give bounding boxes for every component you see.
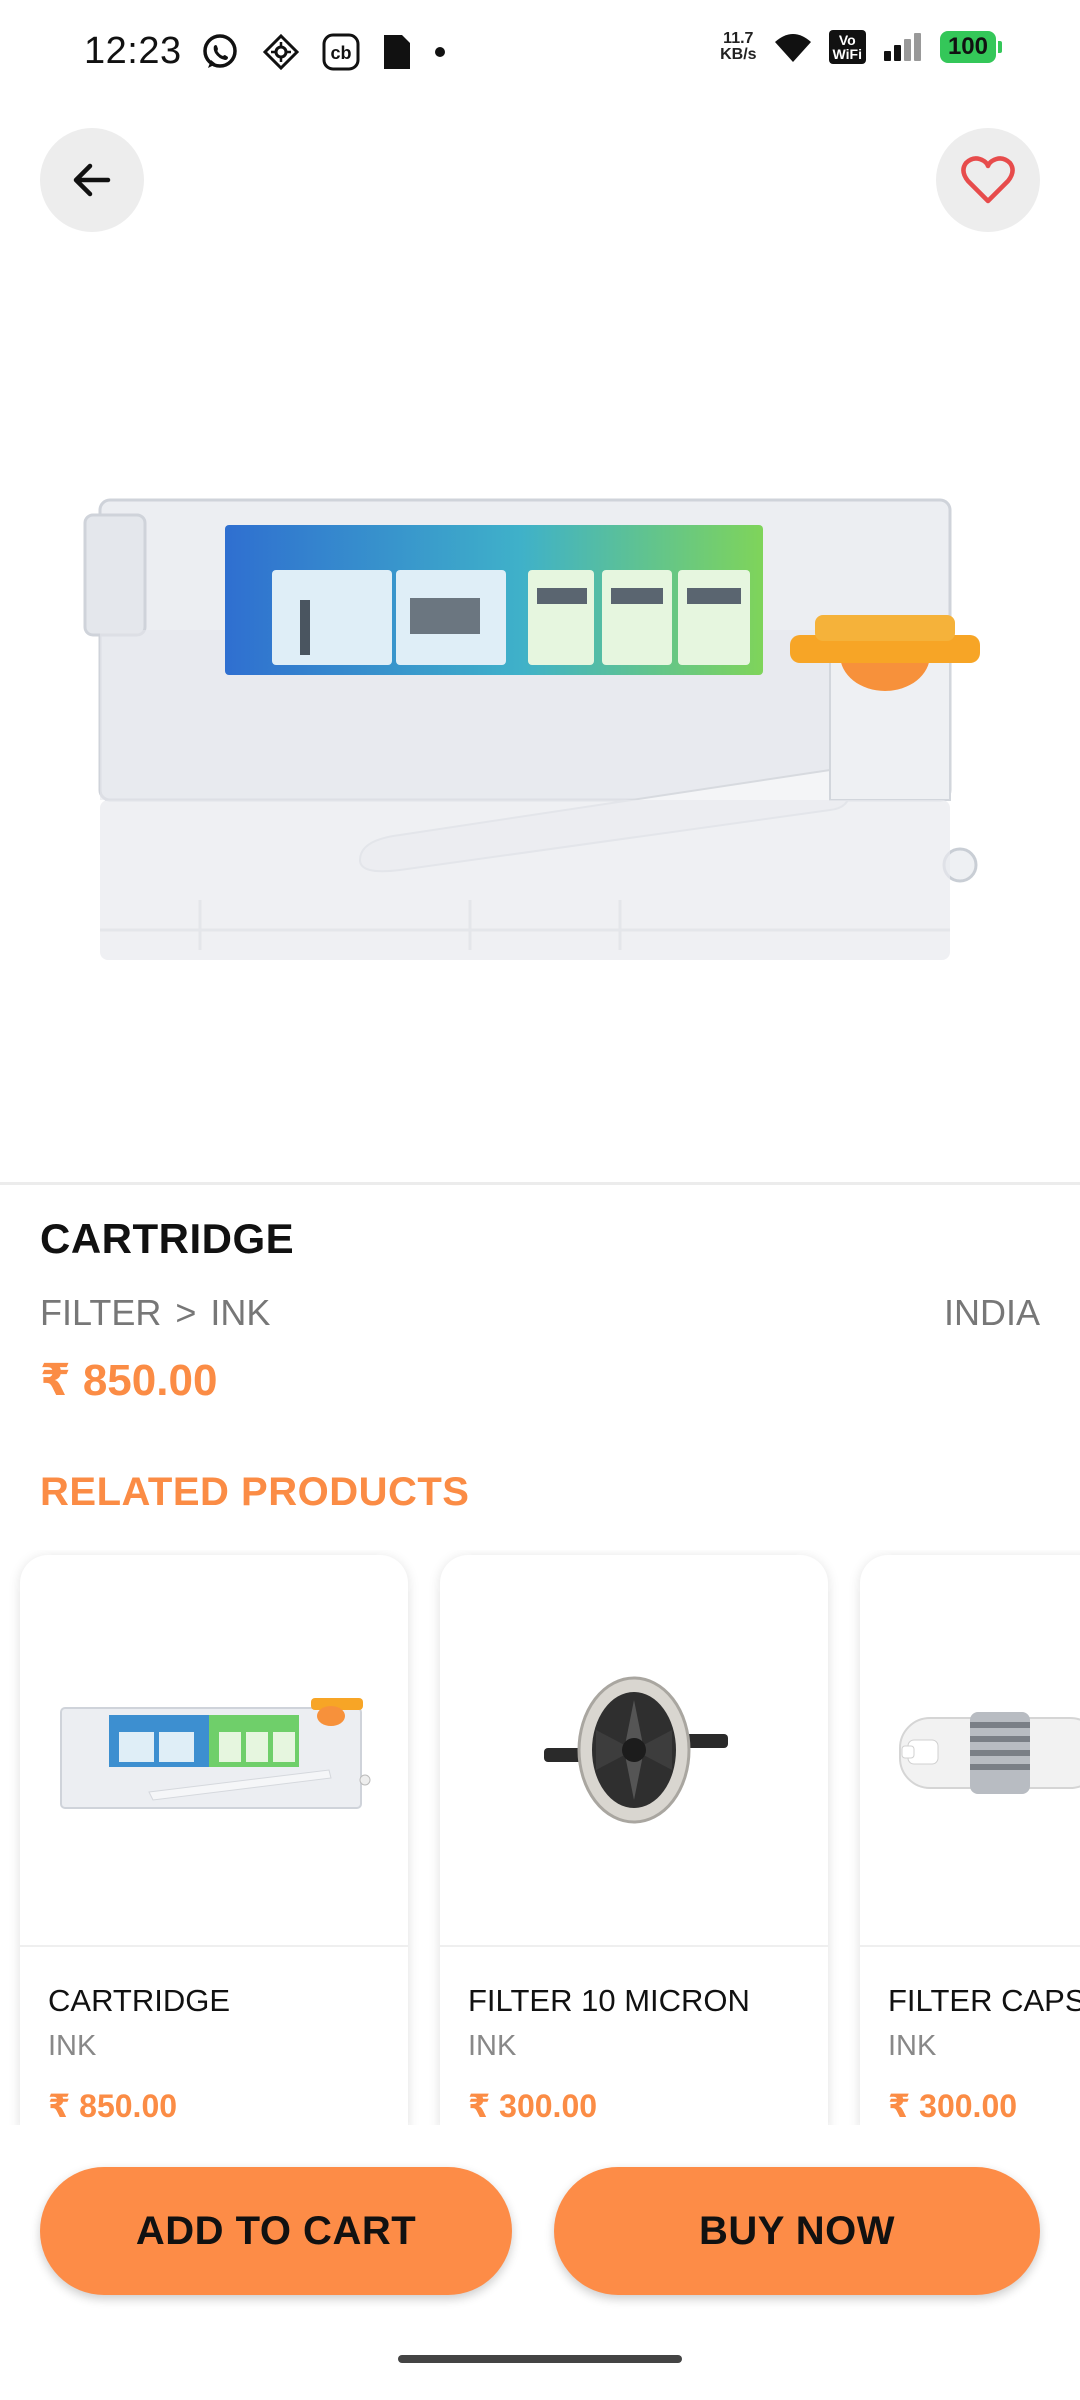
related-product-card[interactable]: FILTER 10 MICRON INK ₹ 300.00 <box>440 1555 828 2125</box>
home-indicator[interactable] <box>398 2355 682 2363</box>
net-speed: 11.7 KB/s <box>720 31 756 63</box>
related-product-category: INK <box>48 2030 97 2062</box>
related-product-name: FILTER 10 MICRON <box>468 1983 750 2018</box>
signal-icon <box>883 33 921 61</box>
related-product-card[interactable]: FILTER CAPSULE INK ₹ 300.00 <box>860 1555 1080 2125</box>
related-product-category: INK <box>468 2030 517 2062</box>
favorite-button[interactable] <box>936 128 1040 232</box>
product-origin: INDIA <box>943 1292 1040 1333</box>
buy-now-button[interactable]: BUY NOW <box>554 2167 1040 2295</box>
related-product-name: CARTRIDGE <box>48 1983 231 2018</box>
divider <box>0 1182 1080 1185</box>
related-products-list[interactable]: CARTRIDGE INK ₹ 850.00 FILTER 10 MICRON … <box>0 1550 1080 2125</box>
svg-text:cb: cb <box>330 43 351 63</box>
bottom-action-bar: ADD TO CART BUY NOW <box>0 2125 1080 2400</box>
product-price: ₹ 850.00 <box>40 1356 218 1405</box>
related-product-price: ₹ 300.00 <box>468 2088 598 2124</box>
related-products-heading: RELATED PRODUCTS <box>40 1470 470 1514</box>
wifi-icon <box>774 34 811 62</box>
system-icons: 11.7 KB/s Vo WiFi 100 <box>720 30 1002 64</box>
net-speed-value: 11.7 <box>723 30 754 47</box>
vowifi-top: Vo <box>838 32 856 48</box>
related-product-price: ₹ 850.00 <box>48 2088 178 2124</box>
net-speed-unit: KB/s <box>720 46 757 63</box>
whatsapp-icon <box>203 34 237 68</box>
battery-indicator: 100 <box>939 31 1002 63</box>
vowifi-badge: Vo WiFi <box>828 30 866 64</box>
related-product-card[interactable]: CARTRIDGE INK ₹ 850.00 <box>20 1555 408 2125</box>
related-product-name: FILTER CAPSULE <box>888 1983 1080 2018</box>
status-time: 12:23 <box>84 30 182 72</box>
heart-icon <box>961 156 1015 204</box>
breadcrumb-category[interactable]: FILTER <box>40 1292 161 1334</box>
related-product-category: INK <box>888 2030 937 2062</box>
notification-icons: cb <box>200 32 446 72</box>
add-to-cart-button[interactable]: ADD TO CART <box>40 2167 512 2295</box>
back-button[interactable] <box>40 128 144 232</box>
breadcrumb-separator: > <box>175 1292 197 1333</box>
breadcrumb-subcategory[interactable]: INK <box>210 1292 270 1334</box>
sim-icon <box>384 35 410 69</box>
breadcrumb: FILTER > INK <box>40 1292 270 1334</box>
vowifi-bottom: WiFi <box>832 46 862 62</box>
dot-icon <box>435 47 445 57</box>
product-title: CARTRIDGE <box>40 1215 295 1262</box>
filter-thumbnail <box>544 1676 728 1824</box>
related-product-image <box>440 1555 828 1947</box>
related-product-image <box>860 1555 1080 1947</box>
cb-icon: cb <box>322 33 360 71</box>
cartridge-illustration <box>83 498 980 960</box>
battery-level: 100 <box>939 31 996 63</box>
arrow-left-icon <box>73 163 111 197</box>
status-bar: 12:23 cb 11.7 KB/s Vo WiFi 100 <box>0 0 1080 105</box>
gps-icon <box>262 33 300 71</box>
cartridge-thumbnail <box>60 1698 371 1809</box>
product-image <box>0 160 1080 1180</box>
battery-tip <box>998 41 1002 53</box>
related-product-price: ₹ 300.00 <box>888 2088 1018 2124</box>
filter-capsule-thumbnail <box>899 1712 1080 1794</box>
related-product-image <box>20 1555 408 1947</box>
